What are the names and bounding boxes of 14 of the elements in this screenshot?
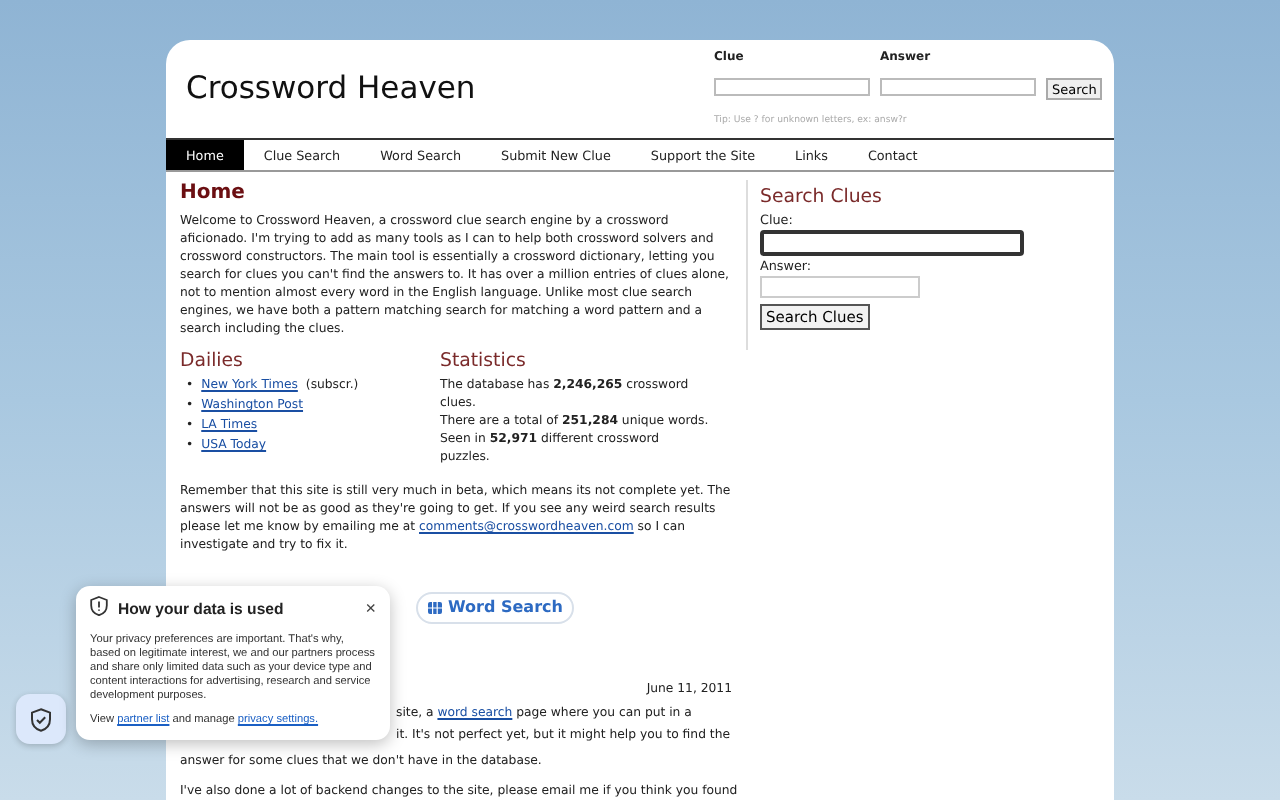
close-button[interactable]: × — [365, 602, 376, 616]
privacy-button[interactable] — [16, 694, 66, 744]
section-heading: Dailies — [180, 350, 245, 372]
grid-icon — [428, 602, 442, 614]
shield-icon — [30, 707, 52, 731]
shield-icon — [90, 596, 108, 616]
input-field[interactable] — [760, 230, 1024, 256]
sidebar-heading: Search Clues — [760, 186, 884, 208]
site-title: Crossword Heaven — [186, 70, 476, 110]
input-field[interactable] — [714, 78, 870, 97]
input-field[interactable] — [880, 78, 1036, 97]
word-search-button[interactable]: Word Search — [416, 592, 575, 624]
page-heading: Home — [180, 182, 247, 204]
section-heading: Statistics — [440, 350, 528, 372]
